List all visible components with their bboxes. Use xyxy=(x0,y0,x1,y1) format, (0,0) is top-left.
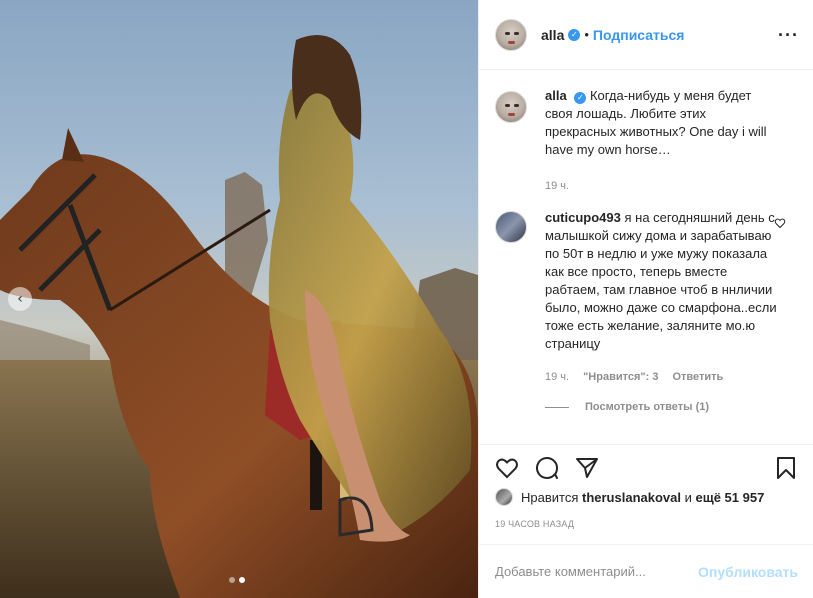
liker-avatar[interactable] xyxy=(495,488,513,506)
likes-prefix: Нравится xyxy=(521,489,579,505)
caption-author-avatar[interactable] xyxy=(495,91,527,123)
avatar-eye xyxy=(514,104,519,107)
comment-item: cuticupo493 я на сегодняшний день с малы… xyxy=(495,209,798,416)
avatar-eye xyxy=(505,31,510,35)
comments-list[interactable]: alla ✓ Когда-нибудь у меня будет своя ло… xyxy=(479,71,813,444)
reply-button[interactable]: Ответить xyxy=(672,368,723,386)
caption-time[interactable]: 19 ч. xyxy=(545,177,777,195)
comment-input[interactable] xyxy=(495,564,699,579)
verified-badge-icon: ✓ xyxy=(568,28,581,41)
commenter-avatar[interactable] xyxy=(495,211,527,243)
avatar-mouth xyxy=(508,113,515,116)
heart-icon[interactable] xyxy=(495,456,519,480)
post-header: alla ✓ • Подписаться ··· xyxy=(479,0,813,70)
author-username[interactable]: alla xyxy=(541,27,564,43)
author-avatar[interactable] xyxy=(495,18,527,51)
liker-username[interactable]: theruslanakoval xyxy=(582,490,681,505)
likes-count[interactable]: ещё 51 957 xyxy=(696,490,765,505)
view-replies-button[interactable]: Посмотреть ответы (1) xyxy=(545,398,777,416)
bookmark-icon[interactable] xyxy=(775,456,797,480)
comment-likes-count[interactable]: "Нравится": 3 xyxy=(583,368,658,386)
post-side-panel: alla ✓ • Подписаться ··· alla ✓ Когда-ни… xyxy=(478,0,813,598)
replies-divider xyxy=(545,406,569,408)
comment-body: cuticupo493 я на сегодняшний день с малы… xyxy=(545,209,777,416)
avatar-eye xyxy=(514,31,519,35)
post-actions xyxy=(479,444,813,488)
caption-body: alla ✓ Когда-нибудь у меня будет своя ло… xyxy=(545,87,777,195)
more-options-icon[interactable]: ··· xyxy=(778,25,799,46)
comment-icon[interactable] xyxy=(535,456,559,480)
post-timestamp[interactable]: 19 часов назад xyxy=(495,519,574,529)
horse-rider-photo xyxy=(0,35,478,598)
caption: alla ✓ Когда-нибудь у меня будет своя ло… xyxy=(495,87,798,195)
verified-badge-icon: ✓ xyxy=(574,92,587,104)
caption-username[interactable]: alla xyxy=(545,88,567,103)
share-icon[interactable] xyxy=(575,456,599,480)
chevron-left-icon: ‹ xyxy=(17,291,23,307)
comment-username[interactable]: cuticupo493 xyxy=(545,210,621,225)
carousel-dot xyxy=(229,577,235,583)
carousel-dot-active xyxy=(239,577,245,583)
post-comment-button[interactable]: Опубликовать xyxy=(698,564,798,580)
comment-text: я на сегодняшний день с малышкой сижу до… xyxy=(545,210,777,351)
small-heart-icon[interactable] xyxy=(774,217,786,229)
view-replies-label: Посмотреть ответы (1) xyxy=(585,401,710,413)
add-comment-bar: Опубликовать xyxy=(479,544,813,598)
comment-meta: 19 ч. "Нравится": 3 Ответить xyxy=(545,368,777,386)
carousel-prev-button[interactable]: ‹ xyxy=(8,287,32,311)
comment-time[interactable]: 19 ч. xyxy=(545,368,569,386)
avatar-mouth xyxy=(508,40,515,44)
avatar-eye xyxy=(505,104,510,107)
carousel-indicator xyxy=(229,577,245,583)
likes-summary: Нравится theruslanakoval и ещё 51 957 xyxy=(495,488,764,506)
post-photo[interactable]: ‹ xyxy=(0,0,478,598)
follow-button[interactable]: Подписаться xyxy=(593,27,685,43)
likes-middle: и xyxy=(684,489,692,505)
header-separator: • xyxy=(584,27,589,42)
